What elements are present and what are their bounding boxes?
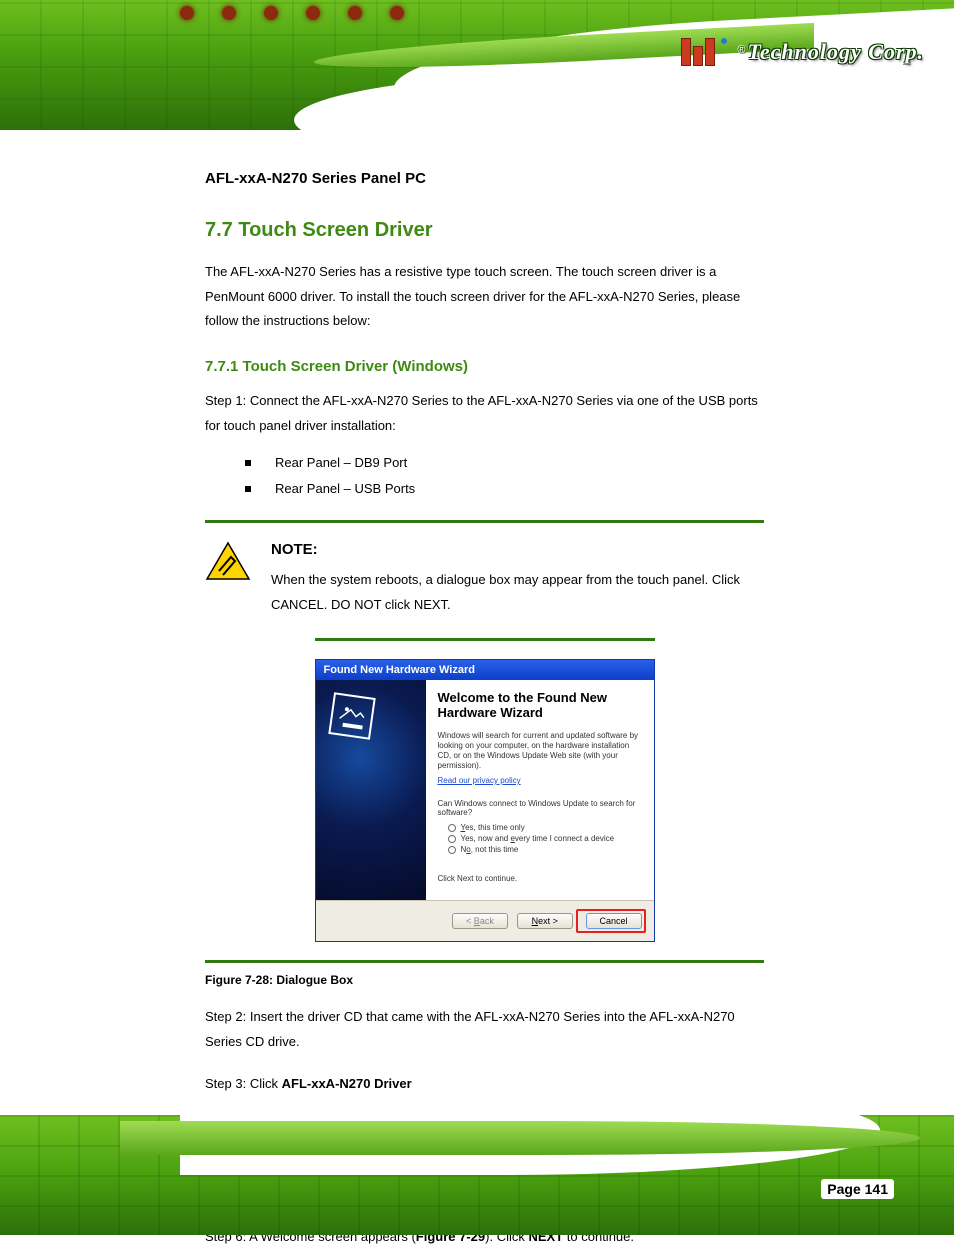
dialog-sidebar-graphic [316, 680, 426, 900]
embedded-screenshot: Found New Hardware Wizard Welcome to [315, 638, 655, 942]
note-line2: panel. Click [673, 572, 740, 587]
radio-icon [448, 846, 456, 854]
intro-line-1: The AFL-xxA-N270 Series has a resistive … [205, 264, 716, 279]
next-button[interactable]: Next > [517, 913, 573, 929]
product-title: AFL-xxA-N270 Series Panel PC [205, 170, 764, 187]
note-body: NOTE: When the system reboots, a dialogu… [271, 541, 764, 617]
dialog-continue-text: Click Next to continue. [438, 874, 642, 883]
page-footer-banner: Page 141 [0, 1115, 954, 1235]
privacy-link[interactable]: Read our privacy policy [438, 776, 521, 785]
cancel-button[interactable]: Cancel [586, 913, 642, 929]
figure-caption: Figure 7-28: Dialogue Box [205, 973, 764, 987]
bullet-item: Rear Panel – USB Ports [245, 476, 764, 502]
page-number: Page 141 [821, 1179, 894, 1199]
dialog-button-row: < Back Next > Cancel [316, 900, 654, 941]
divider-green [205, 520, 764, 523]
note-cancel-word: Cancel [271, 597, 324, 612]
dialog-question: Can Windows connect to Windows Update to… [438, 799, 642, 817]
step3-bold: AFL-xxA-N270 Driver [282, 1076, 412, 1091]
intro-product-driver: PenMount 6000 driver. [205, 289, 336, 304]
footer-swoosh-green [120, 1121, 920, 1155]
step-3: Step 3: Click AFL-xxA-N270 Driver [205, 1072, 764, 1097]
connection-bullet-list: Rear Panel – DB9 Port Rear Panel – USB P… [245, 450, 764, 502]
note-line3: . DO NOT click [324, 597, 410, 612]
radio-icon [448, 835, 456, 843]
step3-label: Step 3: [205, 1076, 246, 1091]
step2-text-1: Insert the driver CD that came with the … [250, 1009, 647, 1024]
brand-name: Technology Corp. [747, 39, 924, 64]
step-1: Step 1: Connect the AFL-xxA-N270 Series … [205, 389, 764, 438]
note-title: NOTE: [271, 541, 764, 558]
radio-icon [448, 824, 456, 832]
step2-label: Step 2: [205, 1009, 246, 1024]
dialog-main-panel: Welcome to the Found New Hardware Wizard… [426, 680, 654, 900]
back-button[interactable]: < Back [452, 913, 508, 929]
step1-label: Step 1: [205, 393, 246, 408]
brand-text: ®Technology Corp. [737, 39, 924, 65]
dialog-paragraph: Windows will search for current and upda… [438, 731, 642, 771]
note-next-word: Next [414, 597, 447, 612]
wizard-dialog: Found New Hardware Wizard Welcome to [315, 659, 655, 942]
radio-option-3[interactable]: No, not this time [448, 845, 642, 854]
section-heading: 7.7 Touch Screen Driver [205, 219, 764, 242]
dialog-heading-l2: Hardware Wizard [438, 705, 543, 720]
radio-option-2[interactable]: Yes, now and every time I connect a devi… [448, 834, 642, 843]
step3-text-1: Click [250, 1076, 278, 1091]
page-content: AFL-xxA-N270 Series Panel PC 7.7 Touch S… [205, 170, 764, 1250]
radio-option-1[interactable]: Yes, this time only [448, 823, 642, 832]
intro-paragraph: The AFL-xxA-N270 Series has a resistive … [205, 260, 764, 334]
intro-line-2: To install the touch screen driver for t… [339, 289, 654, 304]
registered-mark: ® [737, 44, 745, 56]
dialog-heading: Welcome to the Found New Hardware Wizard [438, 690, 642, 721]
figure-divider [205, 960, 764, 963]
step1-text: Connect the AFL-xxA-N270 Series to the A… [205, 393, 758, 433]
note-text: When the system reboots, a dialogue box … [271, 568, 764, 617]
page-header-banner: ®Technology Corp. [0, 0, 954, 130]
dialog-titlebar: Found New Hardware Wizard [316, 660, 654, 680]
cancel-highlight-box: Cancel [576, 909, 646, 933]
step-2: Step 2: Insert the driver CD that came w… [205, 1005, 764, 1054]
note-icon [205, 541, 251, 581]
note-line1: When the system reboots, a dialogue box … [271, 572, 669, 587]
dialog-body: Welcome to the Found New Hardware Wizard… [316, 680, 654, 900]
dialog-heading-l1: Welcome to the Found New [438, 690, 608, 705]
sub-heading: 7.7.1 Touch Screen Driver (Windows) [205, 358, 764, 375]
header-decor-dots [180, 6, 404, 20]
brand-logo-block: ®Technology Corp. [681, 38, 924, 66]
note-callout: NOTE: When the system reboots, a dialogu… [205, 541, 764, 617]
brand-logo-icon [681, 38, 727, 66]
bullet-item: Rear Panel – DB9 Port [245, 450, 764, 476]
note-line4: . [447, 597, 451, 612]
